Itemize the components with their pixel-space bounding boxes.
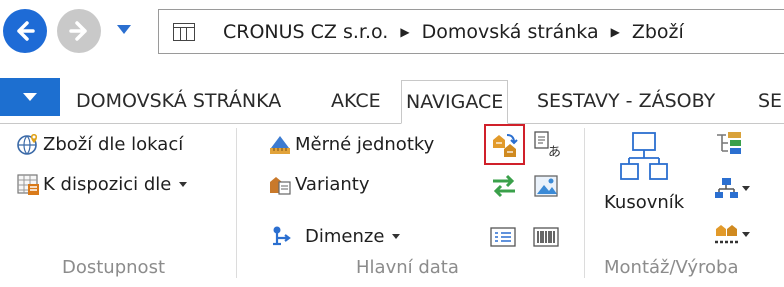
tab-home[interactable]: DOMOVSKÁ STRÁNKA <box>76 82 281 122</box>
chevron-down-icon <box>742 185 750 191</box>
available-by-label: K dispozici dle <box>43 173 172 195</box>
chevron-right-icon: ▶ <box>400 24 410 39</box>
ribbon-tab-row: DOMOVSKÁ STRÁNKA AKCE NAVIGACE SESTAVY -… <box>0 70 784 124</box>
breadcrumb-items[interactable]: Zboží <box>632 21 684 43</box>
list-icon[interactable] <box>490 226 516 248</box>
forward-button[interactable] <box>57 9 101 53</box>
items-by-location-label: Zboží dle lokací <box>43 133 184 155</box>
translations-icon[interactable]: あ <box>533 130 561 158</box>
bom-label: Kusovník <box>604 192 685 213</box>
globe-location-icon <box>17 134 37 155</box>
arrow-left-icon <box>17 21 35 41</box>
org-chart-icon <box>715 178 738 198</box>
items-by-location-button[interactable]: Zboží dle lokací <box>16 132 183 156</box>
production-icon <box>715 225 739 244</box>
group-label-assembly-production: Montáž/Výroba <box>604 257 739 278</box>
grid-calendar-icon <box>17 174 39 195</box>
variants-label: Varianty <box>295 173 370 195</box>
group-label-availability: Dostupnost <box>62 257 165 278</box>
dimensions-button[interactable]: Dimenze <box>270 224 401 248</box>
structure-menu-button[interactable] <box>714 176 750 200</box>
available-by-button[interactable]: K dispozici dle <box>16 172 188 196</box>
breadcrumb-home[interactable]: Domovská stránka <box>422 21 599 43</box>
arrow-right-icon <box>69 21 87 41</box>
chevron-down-icon <box>742 231 750 237</box>
dimensions-icon <box>273 226 291 246</box>
application-menu-button[interactable] <box>0 78 60 116</box>
chevron-down-icon <box>392 233 401 239</box>
address-bar[interactable]: CRONUS CZ s.r.o. ▶ Domovská stránka ▶ Zb… <box>158 9 784 54</box>
bom-level-icon[interactable] <box>714 130 744 156</box>
tab-more[interactable]: SE <box>758 82 782 122</box>
chevron-down-icon <box>179 181 188 187</box>
variants-icon <box>270 177 291 195</box>
window-icon <box>173 22 195 41</box>
units-of-measure-label: Měrné jednotky <box>295 133 435 155</box>
tab-navigation[interactable]: NAVIGACE <box>401 80 509 124</box>
units-of-measure-button[interactable]: Měrné jednotky <box>268 132 434 156</box>
group-label-master-data: Hlavní data <box>356 257 459 278</box>
bom-button[interactable]: Kusovník <box>604 130 684 213</box>
variants-button[interactable]: Varianty <box>268 172 370 196</box>
barcode-icon[interactable] <box>533 226 559 248</box>
hierarchy-icon <box>620 132 668 180</box>
swap-arrows-icon[interactable] <box>490 174 518 198</box>
highlight-box <box>484 124 525 165</box>
group-divider <box>236 128 237 278</box>
history-dropdown-icon[interactable] <box>117 25 131 34</box>
tab-actions[interactable]: AKCE <box>331 82 381 122</box>
chevron-down-icon <box>23 93 37 101</box>
dimensions-label: Dimenze <box>305 225 385 247</box>
production-menu-button[interactable] <box>714 222 750 246</box>
breadcrumb-company[interactable]: CRONUS CZ s.r.o. <box>223 21 388 43</box>
back-button[interactable] <box>3 9 47 53</box>
picture-icon[interactable] <box>533 173 559 199</box>
group-divider <box>584 128 585 278</box>
svg-text:あ: あ <box>548 145 561 158</box>
ruler-units-icon <box>270 136 290 154</box>
chevron-right-icon: ▶ <box>610 24 620 39</box>
tab-reports-inventory[interactable]: SESTAVY - ZÁSOBY <box>537 82 715 122</box>
